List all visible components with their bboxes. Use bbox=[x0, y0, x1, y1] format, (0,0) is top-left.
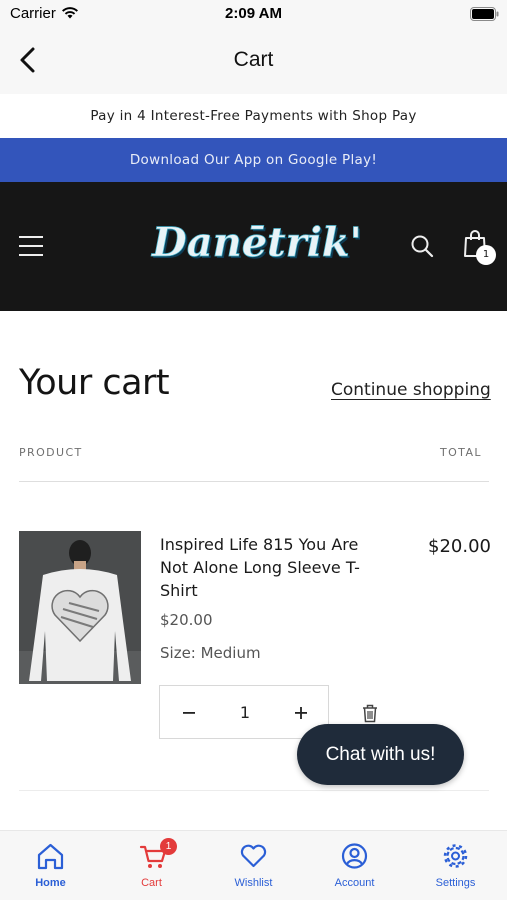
tab-settings[interactable]: Settings bbox=[405, 831, 506, 901]
quantity-input[interactable]: 1 bbox=[218, 686, 272, 740]
bag-count-badge: 1 bbox=[476, 245, 496, 265]
store-logo[interactable]: Danētrik's Danētrik's bbox=[150, 208, 360, 280]
tab-account[interactable]: Account bbox=[304, 831, 405, 901]
divider bbox=[19, 790, 489, 791]
hamburger-menu-icon[interactable] bbox=[19, 235, 43, 257]
tab-account-label: Account bbox=[334, 877, 375, 889]
tab-home-label: Home bbox=[35, 877, 66, 889]
navigation-bar: Cart bbox=[0, 28, 507, 94]
decrease-quantity-button[interactable] bbox=[160, 686, 218, 740]
quantity-stepper: 1 bbox=[159, 685, 329, 739]
tab-wishlist-label: Wishlist bbox=[234, 877, 273, 889]
product-price: $20.00 bbox=[160, 611, 213, 629]
continue-shopping-link[interactable]: Continue shopping bbox=[331, 380, 491, 400]
tab-wishlist[interactable]: Wishlist bbox=[203, 831, 304, 901]
line-total: $20.00 bbox=[428, 536, 491, 557]
search-icon[interactable] bbox=[410, 234, 434, 258]
cart-icon bbox=[139, 845, 167, 868]
cart-count-badge: 1 bbox=[160, 838, 177, 855]
tab-cart[interactable]: Cart bbox=[101, 831, 202, 901]
minus-icon bbox=[183, 712, 195, 714]
tab-cart-label: Cart bbox=[141, 877, 162, 889]
page-title: Cart bbox=[233, 48, 274, 71]
store-header: Danētrik's Danētrik's 1 bbox=[0, 182, 507, 311]
product-name[interactable]: Inspired Life 815 You Are Not Alone Long… bbox=[160, 533, 390, 602]
logo-text: Danētrik's bbox=[151, 219, 360, 266]
product-size: Size: Medium bbox=[160, 644, 261, 662]
tab-home[interactable]: Home bbox=[0, 831, 101, 901]
battery-icon bbox=[470, 7, 499, 21]
product-image[interactable] bbox=[19, 531, 141, 684]
shop-pay-announcement: Pay in 4 Interest-Free Payments with Sho… bbox=[0, 94, 507, 138]
product-column-header: PRODUCT bbox=[19, 446, 83, 459]
home-icon bbox=[37, 843, 64, 870]
total-column-header: TOTAL bbox=[440, 446, 482, 459]
cart-title: Your cart bbox=[19, 363, 170, 403]
google-play-banner[interactable]: Download Our App on Google Play! bbox=[0, 138, 507, 182]
bottom-tab-bar: Home Cart Wishlist Account Settings bbox=[0, 830, 507, 900]
plus-icon bbox=[295, 707, 307, 719]
chat-with-us-button[interactable]: Chat with us! bbox=[297, 724, 464, 785]
divider bbox=[19, 481, 489, 482]
status-bar: Carrier 2:09 AM bbox=[0, 0, 507, 28]
heart-icon bbox=[240, 844, 267, 868]
tab-settings-label: Settings bbox=[435, 877, 476, 889]
clock: 2:09 AM bbox=[225, 5, 282, 22]
account-icon bbox=[341, 843, 368, 869]
trash-icon[interactable] bbox=[361, 703, 379, 723]
gear-icon bbox=[443, 844, 468, 868]
